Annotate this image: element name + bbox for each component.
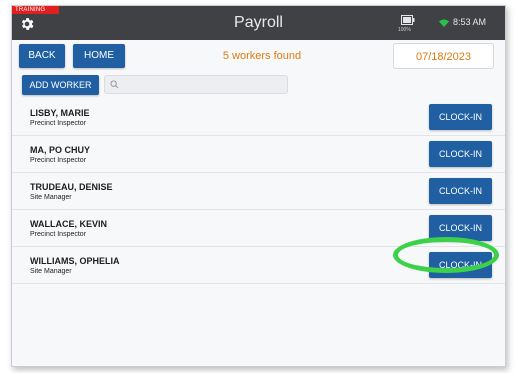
workers-count: 5 workers found	[222, 50, 302, 62]
worker-row: TRUDEAU, DENISE Site Manager CLOCK-IN	[12, 173, 505, 210]
worker-role: Precinct Inspector	[30, 120, 87, 127]
date-field[interactable]: 07/18/2023	[393, 43, 494, 69]
worker-row: LISBY, MARIE Precinct Inspector CLOCK-IN	[12, 99, 505, 136]
worker-row: WILLIAMS, OPHELIA Site Manager CLOCK-IN	[12, 247, 505, 284]
clock-in-button[interactable]: CLOCK-IN	[429, 215, 492, 241]
status-time: 8:53 AM	[453, 17, 487, 27]
clock-in-button[interactable]: CLOCK-IN	[429, 178, 492, 204]
worker-row: MA, PO CHUY Precinct Inspector CLOCK-IN	[12, 136, 505, 173]
search-icon	[110, 80, 119, 89]
clock-in-button[interactable]: CLOCK-IN	[429, 104, 492, 130]
search-box[interactable]	[104, 75, 288, 94]
page-title: Payroll	[234, 14, 283, 31]
wifi-icon	[439, 19, 449, 27]
add-worker-button[interactable]: ADD WORKER	[22, 75, 99, 95]
worker-name: WILLIAMS, OPHELIA	[30, 256, 120, 266]
clock-in-button[interactable]: CLOCK-IN	[429, 141, 492, 167]
app-window: TRAINING Payroll 100% 8:53 AM BACK HOME …	[11, 5, 506, 367]
clock-in-button[interactable]: CLOCK-IN	[429, 252, 492, 278]
worker-name: WALLACE, KEVIN	[30, 219, 108, 229]
battery-level: 100%	[398, 27, 411, 33]
back-button[interactable]: BACK	[19, 44, 65, 68]
home-button[interactable]: HOME	[73, 44, 125, 68]
search-input[interactable]	[123, 78, 283, 91]
worker-role: Precinct Inspector	[30, 231, 87, 238]
title-bar: TRAINING Payroll 100% 8:53 AM	[12, 6, 505, 40]
worker-row: WALLACE, KEVIN Precinct Inspector CLOCK-…	[12, 210, 505, 247]
worker-name: LISBY, MARIE	[30, 108, 90, 118]
worker-role: Precinct Inspector	[30, 157, 87, 164]
battery-icon	[401, 15, 415, 25]
worker-name: TRUDEAU, DENISE	[30, 182, 113, 192]
worker-list: LISBY, MARIE Precinct Inspector CLOCK-IN…	[12, 99, 505, 284]
worker-role: Site Manager	[30, 268, 72, 275]
worker-role: Site Manager	[30, 194, 72, 201]
worker-name: MA, PO CHUY	[30, 145, 91, 155]
